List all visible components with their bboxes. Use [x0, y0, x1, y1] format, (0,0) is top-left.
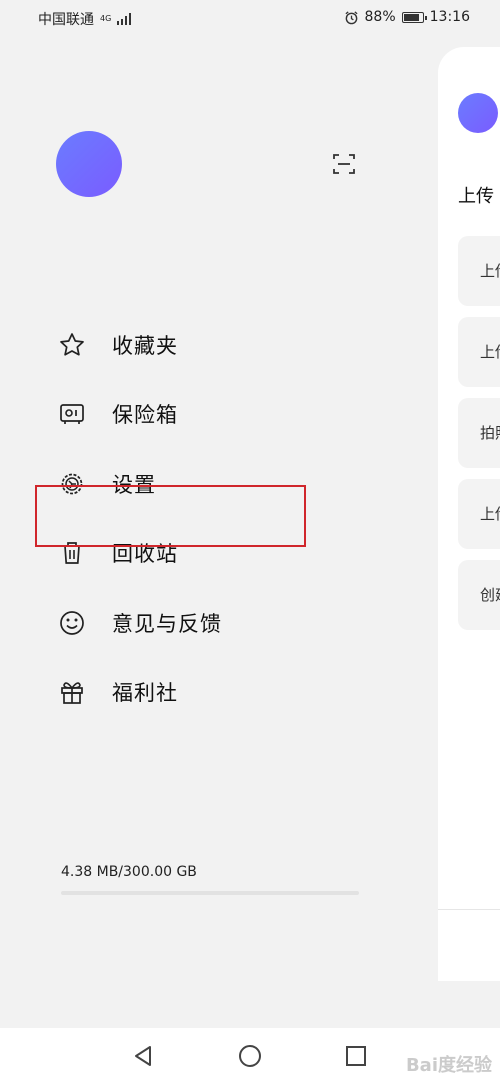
card-label: 上传	[480, 262, 500, 280]
clock-time: 13:16	[429, 9, 470, 25]
panel-title: 上传	[458, 186, 494, 207]
network-type: 4G	[100, 14, 112, 23]
status-left: 中国联通 4G	[38, 9, 132, 29]
carrier-name: 中国联通	[38, 12, 94, 28]
main-panel: 上传 上传 上传 拍照 上传 创建	[438, 47, 500, 981]
menu-label: 保险箱	[112, 403, 178, 428]
smiley-icon	[57, 608, 87, 638]
alarm-icon	[344, 10, 358, 24]
status-bar: 中国联通 4G 88% 13:16	[0, 0, 500, 36]
card-label: 上传	[480, 343, 500, 361]
recents-icon[interactable]	[343, 1043, 369, 1069]
panel-divider	[438, 909, 500, 910]
upload-card[interactable]: 拍照	[458, 398, 500, 468]
menu-item-feedback[interactable]: 意见与反馈	[0, 588, 438, 658]
menu-item-favorites[interactable]: 收藏夹	[0, 310, 438, 380]
star-icon	[57, 330, 87, 360]
card-label: 上传	[480, 505, 500, 523]
watermark: Bai度经验	[405, 1055, 492, 1076]
safe-icon	[57, 399, 87, 429]
storage-progress-bar	[61, 891, 359, 895]
upload-card[interactable]: 上传	[458, 479, 500, 549]
menu-label: 意见与反馈	[112, 611, 222, 636]
menu-item-welfare[interactable]: 福利社	[0, 658, 438, 728]
card-label: 创建	[480, 586, 500, 604]
signal-icon	[117, 13, 132, 25]
settings-highlight-box	[35, 485, 306, 547]
avatar[interactable]	[458, 93, 498, 133]
status-right: 88% 13:16	[344, 9, 470, 25]
upload-card[interactable]: 创建	[458, 560, 500, 630]
avatar[interactable]	[56, 131, 122, 197]
battery-percent: 88%	[364, 9, 396, 25]
card-label: 拍照	[480, 424, 500, 442]
navigation-bar: Bai度经验	[0, 1028, 500, 1083]
gift-icon	[57, 677, 87, 707]
menu-label: 福利社	[112, 681, 178, 706]
scan-icon[interactable]	[332, 152, 356, 176]
back-icon[interactable]	[130, 1043, 156, 1069]
menu-item-safe[interactable]: 保险箱	[0, 380, 438, 450]
home-icon[interactable]	[237, 1043, 263, 1069]
menu-label: 收藏夹	[112, 333, 178, 358]
upload-card[interactable]: 上传	[458, 236, 500, 306]
storage-usage: 4.38 MB/300.00 GB	[61, 864, 197, 880]
upload-card[interactable]: 上传	[458, 317, 500, 387]
battery-icon	[401, 11, 427, 23]
